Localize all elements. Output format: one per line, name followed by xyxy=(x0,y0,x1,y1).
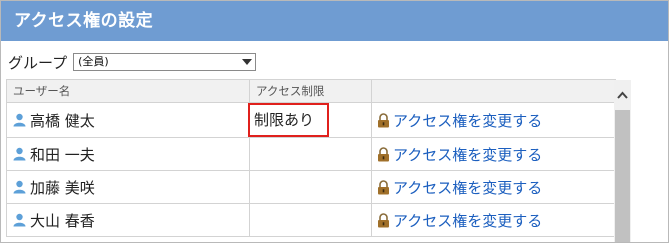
user-icon xyxy=(13,180,26,194)
vertical-scrollbar[interactable] xyxy=(614,80,631,242)
user-table: ユーザー名 アクセス制限 高橋 健太 制限あり アクセス権を変更する 和田 一夫… xyxy=(6,79,616,237)
action-cell: アクセス権を変更する xyxy=(371,102,616,138)
name-cell: 加藤 美咲 xyxy=(6,170,250,204)
action-cell: アクセス権を変更する xyxy=(371,203,616,237)
action-cell: アクセス権を変更する xyxy=(371,137,616,171)
action-wrapper: アクセス権を変更する xyxy=(372,177,615,198)
chevron-down-icon xyxy=(242,59,253,65)
action-wrapper: アクセス権を変更する xyxy=(372,110,615,131)
access-settings-panel: アクセス権の設定 グループ (全員) ユーザー名 アクセス制限 高橋 健太 制限… xyxy=(0,0,669,243)
user-name: 和田 一夫 xyxy=(30,145,95,164)
column-header-permission: アクセス制限 xyxy=(249,79,372,103)
permission-cell xyxy=(249,170,372,204)
panel-title: アクセス権の設定 xyxy=(1,1,668,41)
lock-icon xyxy=(376,146,391,162)
name-cell: 高橋 健太 xyxy=(6,102,250,138)
group-select-value: (全員) xyxy=(78,55,109,68)
user-name-wrapper: 加藤 美咲 xyxy=(7,177,249,198)
column-header-action xyxy=(371,79,616,103)
table-row: 高橋 健太 制限あり アクセス権を変更する xyxy=(6,102,616,138)
lock-icon xyxy=(376,212,391,228)
user-icon xyxy=(13,113,26,127)
group-select[interactable]: (全員) xyxy=(73,53,257,71)
table-header-row: ユーザー名 アクセス制限 xyxy=(6,79,616,103)
name-cell: 大山 春香 xyxy=(6,203,250,237)
change-access-link[interactable]: アクセス権を変更する xyxy=(393,210,542,231)
user-name: 加藤 美咲 xyxy=(30,178,95,197)
scroll-up-button[interactable] xyxy=(614,80,631,110)
group-filter: グループ (全員) xyxy=(8,51,257,73)
scroll-thumb[interactable] xyxy=(615,110,630,242)
user-name-wrapper: 大山 春香 xyxy=(7,210,249,231)
lock-icon xyxy=(376,112,391,128)
change-access-link[interactable]: アクセス権を変更する xyxy=(393,177,542,198)
chevron-up-icon xyxy=(617,91,628,99)
action-wrapper: アクセス権を変更する xyxy=(372,210,615,231)
column-header-name: ユーザー名 xyxy=(6,79,250,103)
permission-cell: 制限あり xyxy=(248,102,372,138)
user-name: 大山 春香 xyxy=(30,211,95,230)
action-cell: アクセス権を変更する xyxy=(371,170,616,204)
user-icon xyxy=(13,147,26,161)
user-icon xyxy=(13,213,26,227)
permission-status: 制限あり xyxy=(248,103,330,137)
user-name-wrapper: 和田 一夫 xyxy=(7,144,249,165)
group-label: グループ xyxy=(8,53,68,72)
lock-icon xyxy=(376,179,391,195)
permission-cell xyxy=(249,137,372,171)
table-row: 加藤 美咲 アクセス権を変更する xyxy=(6,170,616,204)
user-name-wrapper: 高橋 健太 xyxy=(7,110,249,131)
permission-cell xyxy=(249,203,372,237)
table-row: 和田 一夫 アクセス権を変更する xyxy=(6,137,616,171)
table-row: 大山 春香 アクセス権を変更する xyxy=(6,203,616,237)
change-access-link[interactable]: アクセス権を変更する xyxy=(393,110,542,131)
name-cell: 和田 一夫 xyxy=(6,137,250,171)
change-access-link[interactable]: アクセス権を変更する xyxy=(393,144,542,165)
user-table-container: ユーザー名 アクセス制限 高橋 健太 制限あり アクセス権を変更する 和田 一夫… xyxy=(6,79,632,242)
user-name: 高橋 健太 xyxy=(30,111,95,130)
action-wrapper: アクセス権を変更する xyxy=(372,144,615,165)
